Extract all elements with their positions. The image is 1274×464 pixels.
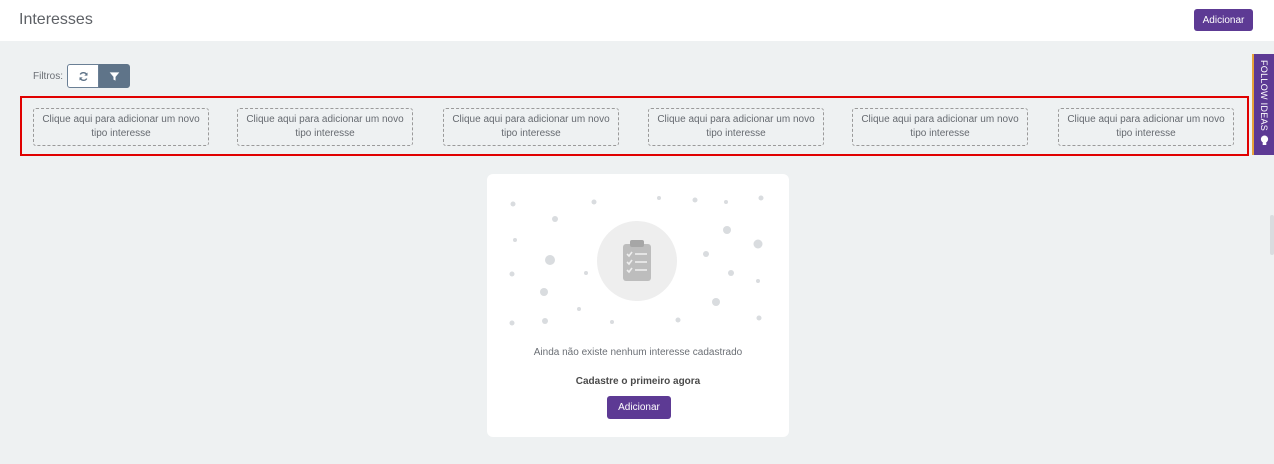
interest-type-row: Clique aqui para adicionar um novo tipo … [20,96,1249,156]
filter-button[interactable] [99,64,130,88]
header-add-button[interactable]: Adicionar [1194,9,1253,31]
add-interest-type-label: Clique aqui para adicionar um novo tipo … [42,114,200,139]
filters-label: Filtros: [33,70,63,82]
add-interest-type-card[interactable]: Clique aqui para adicionar um novo tipo … [648,108,824,146]
add-interest-type-card[interactable]: Clique aqui para adicionar um novo tipo … [1058,108,1234,146]
add-interest-type-card[interactable]: Clique aqui para adicionar um novo tipo … [443,108,619,146]
add-interest-type-card[interactable]: Clique aqui para adicionar um novo tipo … [237,108,413,146]
add-interest-type-label: Clique aqui para adicionar um novo tipo … [246,114,404,139]
scroll-indicator [1270,215,1274,255]
refresh-button[interactable] [67,64,99,88]
refresh-icon [78,71,88,81]
empty-state-add-button[interactable]: Adicionar [607,396,671,419]
follow-ideas-tab[interactable]: FOLLOW IDEAS [1252,54,1274,155]
follow-ideas-label: FOLLOW IDEAS [1259,60,1269,132]
add-interest-type-card[interactable]: Clique aqui para adicionar um novo tipo … [33,108,209,146]
add-interest-type-label: Clique aqui para adicionar um novo tipo … [657,114,815,139]
add-interest-type-label: Clique aqui para adicionar um novo tipo … [1067,114,1225,139]
funnel-icon [109,71,120,81]
filters-bar: Filtros: [33,64,130,88]
empty-state-illustration [509,195,764,326]
add-interest-type-label: Clique aqui para adicionar um novo tipo … [452,114,610,139]
filters-button-group [67,64,130,88]
empty-state-card: Ainda não existe nenhum interesse cadast… [487,174,789,437]
add-interest-type-label: Clique aqui para adicionar um novo tipo … [861,114,1019,139]
add-interest-type-card[interactable]: Clique aqui para adicionar um novo tipo … [852,108,1028,146]
clipboard-checklist-icon [623,240,651,281]
page-title: Interesses [19,11,93,28]
empty-state-cta: Cadastre o primeiro agora [575,376,701,387]
empty-state-message: Ainda não existe nenhum interesse cadast… [533,347,743,358]
top-bar: Interesses Adicionar [0,0,1274,41]
lightbulb-icon [1260,135,1268,146]
